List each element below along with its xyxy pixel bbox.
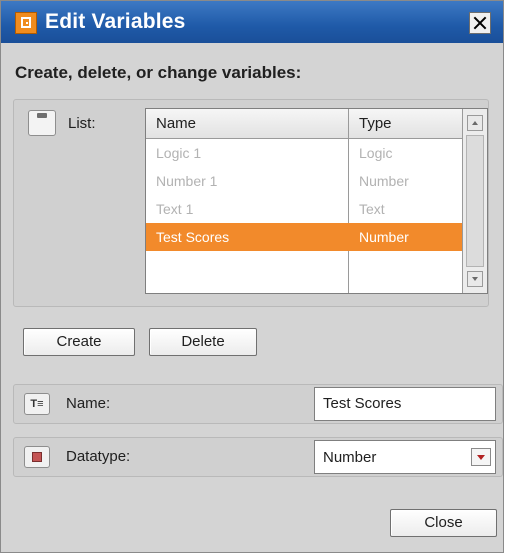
vertical-scrollbar[interactable] bbox=[463, 109, 487, 293]
list-label: List: bbox=[68, 115, 96, 132]
name-row: T≡ Name: Test Scores bbox=[13, 384, 503, 424]
column-header-type[interactable]: Type bbox=[359, 115, 392, 132]
variables-table[interactable]: Name Type Logic 1 Logic Number 1 Number … bbox=[145, 108, 488, 294]
scroll-thumb[interactable] bbox=[466, 135, 484, 267]
datatype-icon bbox=[24, 446, 50, 468]
cell-type: Text bbox=[359, 201, 385, 217]
title-bar[interactable]: Edit Variables bbox=[1, 1, 503, 43]
cell-type: Number bbox=[359, 173, 409, 189]
cell-name: Text 1 bbox=[156, 201, 194, 217]
table-header: Name Type bbox=[146, 109, 462, 139]
datatype-value: Number bbox=[323, 449, 377, 466]
datatype-dropdown[interactable]: Number bbox=[314, 440, 496, 474]
cell-name: Logic 1 bbox=[156, 145, 202, 161]
clipboard-icon bbox=[28, 110, 56, 136]
name-input[interactable]: Test Scores bbox=[314, 387, 496, 421]
close-icon[interactable] bbox=[469, 12, 491, 34]
table-row[interactable]: Text 1 Text bbox=[146, 195, 462, 223]
cell-name: Test Scores bbox=[156, 229, 230, 245]
list-group: List: Name Type Logic 1 Logic Number 1 N… bbox=[13, 99, 489, 307]
window-title: Edit Variables bbox=[45, 10, 186, 33]
table-row-selected[interactable]: Test Scores Number bbox=[146, 223, 462, 251]
cell-type: Logic bbox=[359, 145, 393, 161]
cell-type: Number bbox=[359, 229, 409, 245]
dialog-heading: Create, delete, or change variables: bbox=[15, 63, 302, 82]
scroll-up-icon[interactable] bbox=[467, 115, 483, 131]
table-row[interactable]: Number 1 Number bbox=[146, 167, 462, 195]
scroll-down-icon[interactable] bbox=[467, 271, 483, 287]
cell-name: Number 1 bbox=[156, 173, 218, 189]
name-label: Name: bbox=[66, 395, 111, 412]
edit-variables-dialog: Edit Variables Create, delete, or change… bbox=[0, 0, 504, 553]
datatype-label: Datatype: bbox=[66, 448, 131, 465]
chevron-down-icon[interactable] bbox=[471, 448, 491, 466]
close-button[interactable]: Close bbox=[390, 509, 497, 537]
datatype-row: Datatype: Number bbox=[13, 437, 503, 477]
table-row[interactable]: Logic 1 Logic bbox=[146, 139, 462, 167]
create-button[interactable]: Create bbox=[23, 328, 135, 356]
delete-button[interactable]: Delete bbox=[149, 328, 257, 356]
column-header-name[interactable]: Name bbox=[156, 115, 196, 132]
text-field-icon: T≡ bbox=[24, 393, 50, 415]
app-icon bbox=[15, 12, 37, 34]
